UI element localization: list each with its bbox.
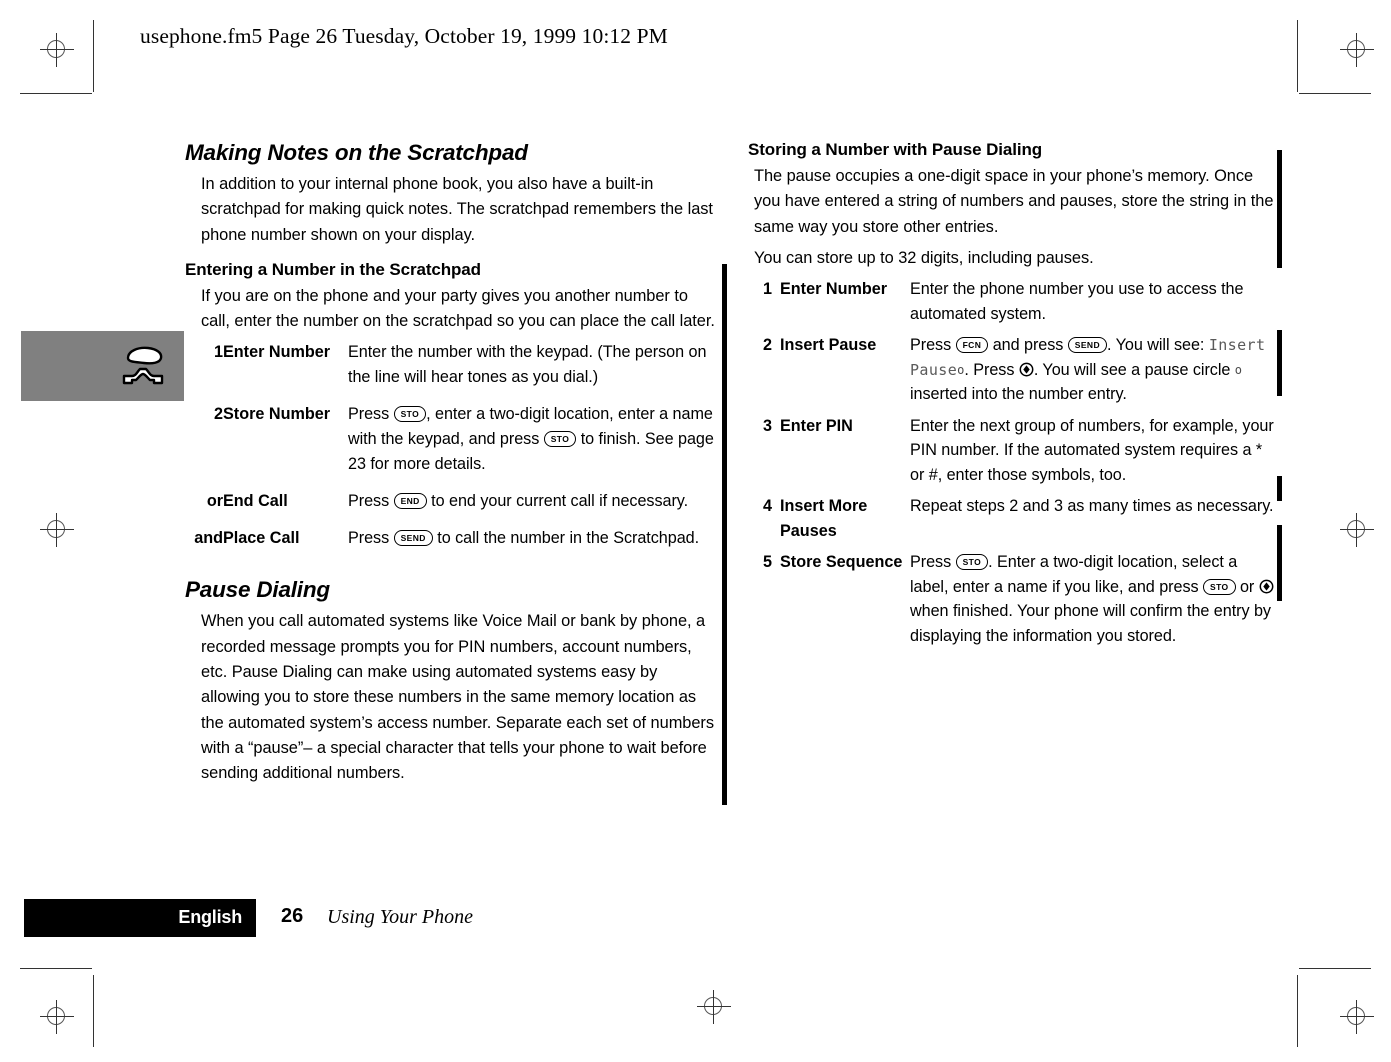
subsection-title-entering-number: Entering a Number in the Scratchpad [185, 259, 481, 279]
section-title-scratchpad: Making Notes on the Scratchpad [185, 140, 528, 165]
change-bar-left-column [722, 264, 727, 805]
step-row: and Place Call Press SEND to call the numb… [185, 526, 720, 563]
step-row: or End Call Press END to end your current … [185, 489, 720, 526]
subsection-title-storing-number: Storing a Number with Pause Dialing [748, 140, 1043, 159]
step-description: Enter the phone number you use to access… [910, 280, 1244, 323]
phone-key-sto-icon: STO [1203, 578, 1236, 595]
registration-mark-mid-right [1340, 513, 1374, 547]
footer-language-label: English [178, 907, 242, 927]
section-title-pause-dialing: Pause Dialing [185, 577, 330, 603]
step-description: Enter the next group of numbers, for exa… [910, 416, 1274, 484]
footer-chapter-title: Using Your Phone [327, 906, 473, 928]
step-description: Press STO, enter a two-digit location, e… [348, 405, 714, 474]
crop-line-bottom-right-horizontal [1299, 968, 1371, 969]
crop-line-top-right-horizontal [1299, 93, 1371, 94]
pause-dialing-steps-table: 1 Enter Number Enter the phone number you … [748, 277, 1278, 655]
step-number: and [194, 529, 223, 548]
registration-mark-bottom-right [1340, 1000, 1374, 1034]
step-name: Enter PIN [780, 416, 853, 435]
step-number: 5 [762, 553, 772, 572]
right-column: Storing a Number with Pause Dialing The … [748, 140, 1278, 655]
step-row: 4 Insert More Pauses Repeat steps 2 and 3 … [748, 494, 1278, 550]
step-number: 1 [213, 343, 223, 362]
phone-key-end-icon: END [393, 493, 427, 510]
crop-line-bottom-right-vertical [1297, 975, 1298, 1047]
pause-circle-icon: o [1234, 362, 1242, 377]
step-name: Enter Number [223, 343, 331, 362]
thumb-tab [21, 331, 184, 401]
storing-number-paragraph-1: The pause occupies a one-digit space in … [754, 167, 1274, 236]
step-number: or [206, 492, 223, 511]
document-header: usephone.fm5 Page 26 Tuesday, October 19… [140, 24, 668, 48]
phone-key-sto-icon: STO [543, 431, 577, 448]
crop-line-top-left-horizontal [20, 93, 92, 94]
crop-line-top-right-vertical [1297, 20, 1298, 92]
step-description: Enter the number with the keypad. (The p… [348, 343, 707, 387]
entering-number-intro-paragraph: If you are on the phone and your party g… [201, 286, 715, 331]
phone-key-sto-icon: STO [955, 554, 989, 571]
phone-key-ok-icon [1259, 577, 1274, 594]
step-description: Repeat steps 2 and 3 as many times as ne… [910, 497, 1274, 516]
phone-key-fcn-icon: FCN [955, 337, 989, 354]
step-name: Store Sequence [780, 553, 903, 572]
step-row: 2 Insert Pause Press FCN and press SEND. Y… [748, 333, 1278, 414]
step-number: 1 [762, 280, 772, 299]
step-row: 5 Store Sequence Press STO. Enter a two-di… [748, 550, 1278, 655]
step-description: Press END to end your current call if ne… [348, 492, 689, 511]
step-description: Press FCN and press SEND. You will see: … [910, 336, 1266, 404]
pause-circle-icon: o [957, 362, 965, 377]
registration-mark-mid-left [40, 513, 74, 547]
left-column: Making Notes on the Scratchpad In additi… [185, 140, 720, 789]
registration-mark-top-left [40, 33, 74, 67]
pause-dialing-steps-body: 1 Enter Number Enter the phone number you … [748, 277, 1278, 655]
footer-page-number: 26 [281, 905, 304, 927]
step-number: 2 [762, 336, 772, 355]
step-name: Insert More Pauses [780, 497, 868, 540]
crop-line-bottom-left-horizontal [20, 968, 92, 969]
step-row: 1 Enter Number Enter the phone number you … [748, 277, 1278, 333]
scratchpad-steps-body: 1 Enter Number Enter the number with the k… [185, 340, 720, 563]
manual-page: usephone.fm5 Page 26 Tuesday, October 19… [0, 0, 1391, 1062]
step-name: Place Call [223, 529, 300, 548]
registration-mark-top-right [1340, 33, 1374, 67]
footer-language-bar: English [24, 899, 256, 937]
phone-key-ok-icon [1019, 360, 1034, 377]
scratchpad-intro-paragraph: In addition to your internal phone book,… [201, 175, 713, 244]
step-name: Insert Pause [780, 336, 877, 355]
step-name: End Call [223, 492, 288, 511]
crop-line-top-left-vertical [93, 20, 94, 92]
phone-key-sto-icon: STO [393, 406, 427, 423]
step-description: Press SEND to call the number in the Scr… [348, 529, 700, 548]
phone-key-send-icon: SEND [393, 530, 433, 547]
phone-key-send-icon: SEND [1067, 337, 1108, 354]
storing-number-paragraph-2: You can store up to 32 digits, including… [754, 248, 1094, 267]
pause-dialing-intro-paragraph: When you call automated systems like Voi… [201, 612, 714, 783]
step-name: Enter Number [780, 280, 888, 299]
step-row: 3 Enter PIN Enter the next group of number… [748, 414, 1278, 495]
registration-mark-bottom-left [40, 1000, 74, 1034]
registration-mark-bottom-center [697, 990, 731, 1024]
step-number: 4 [762, 497, 772, 516]
step-description: Press STO. Enter a two-digit location, s… [910, 550, 1278, 655]
step-number: 3 [762, 416, 772, 435]
step-number: 2 [213, 405, 223, 424]
scratchpad-steps-table: 1 Enter Number Enter the number with the k… [185, 340, 720, 563]
crop-line-bottom-left-vertical [93, 975, 94, 1047]
step-name: Store Number [223, 405, 331, 424]
step-row: 2 Store Number Press STO, enter a two-digi… [185, 402, 720, 489]
step-row: 1 Enter Number Enter the number with the k… [185, 340, 720, 402]
phone-handset-icon [118, 343, 166, 389]
